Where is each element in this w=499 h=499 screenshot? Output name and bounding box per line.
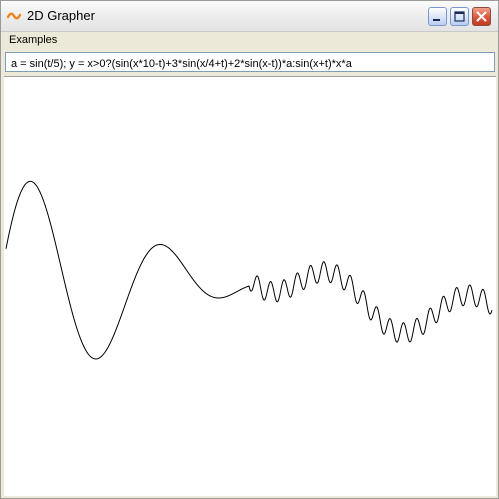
graph-plot: [5, 180, 493, 360]
minimize-button[interactable]: [428, 7, 447, 26]
sine-wave-icon: [7, 12, 21, 20]
graph-canvas[interactable]: [4, 76, 496, 496]
function-curve: [5, 180, 493, 360]
menu-item-examples[interactable]: Examples: [9, 34, 57, 46]
minimize-icon: [433, 19, 440, 21]
app-window: 2D Grapher Examples: [0, 0, 499, 499]
maximize-icon: [454, 11, 465, 22]
window-title: 2D Grapher: [27, 8, 95, 23]
maximize-button[interactable]: [450, 7, 469, 26]
formula-input[interactable]: [5, 52, 495, 72]
close-icon: [476, 11, 487, 22]
close-button[interactable]: [472, 7, 491, 26]
menu-bar: Examples: [1, 32, 498, 50]
title-bar[interactable]: 2D Grapher: [1, 1, 498, 32]
